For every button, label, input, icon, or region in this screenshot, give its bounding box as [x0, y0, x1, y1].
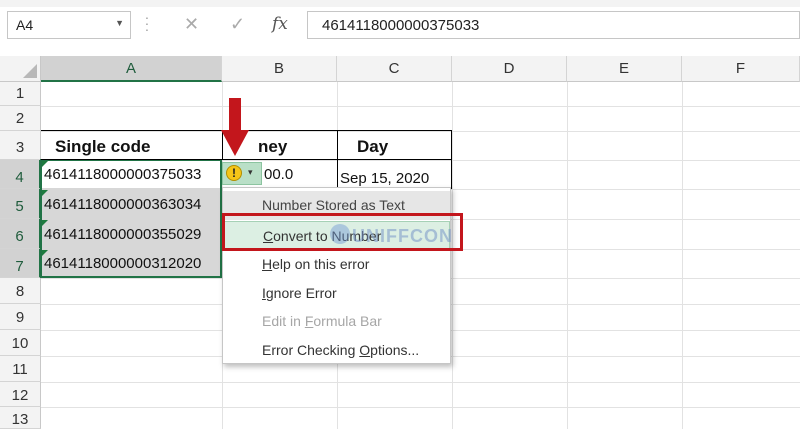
enter-icon[interactable]: ✓ [230, 14, 245, 35]
column-header-f[interactable]: F [682, 56, 800, 82]
highlight-box [222, 213, 463, 251]
cancel-icon[interactable]: ✕ [184, 14, 199, 35]
chevron-down-icon: ▾ [248, 167, 253, 177]
column-header-d[interactable]: D [452, 56, 567, 82]
cell-a7[interactable]: 4614118000000312020 [44, 255, 201, 272]
row-header-4[interactable]: 4 [0, 160, 41, 189]
row-header-9[interactable]: 9 [0, 304, 41, 330]
row-header-1[interactable]: 1 [0, 82, 41, 106]
menu-item-edit-in-formula-bar: Edit in Formula Bar [262, 313, 382, 329]
name-box-value: A4 [16, 17, 34, 33]
row-header-2[interactable]: 2 [0, 106, 41, 131]
menu-item-help-on-error[interactable]: Help on this error [223, 250, 450, 279]
formula-input[interactable]: 4614118000000375033 [307, 11, 800, 39]
cell-a4[interactable]: 4614118000000375033 [44, 166, 201, 183]
error-indicator-icon [42, 250, 48, 256]
row-header-12[interactable]: 12 [0, 382, 41, 407]
row-header-8[interactable]: 8 [0, 278, 41, 304]
row-header-5[interactable]: 5 [0, 189, 41, 219]
name-box[interactable]: A4 ▼ [7, 11, 131, 39]
cell-c3[interactable]: Day [357, 137, 388, 157]
arrow-down-icon [221, 98, 249, 156]
error-indicator-icon [42, 190, 48, 196]
chevron-down-icon[interactable]: ▼ [115, 18, 124, 28]
column-header-a[interactable]: A [41, 56, 222, 82]
row-header-11[interactable]: 11 [0, 356, 41, 382]
formula-value: 4614118000000375033 [322, 17, 480, 34]
error-checking-button[interactable]: ! ▾ [222, 162, 262, 185]
cell-a6[interactable]: 4614118000000355029 [44, 226, 201, 243]
cell-a5[interactable]: 4614118000000363034 [44, 196, 201, 213]
menu-item-error-checking-options[interactable]: Error Checking Options... [223, 336, 450, 365]
cell-b3[interactable]: ney [258, 137, 287, 157]
column-header-b[interactable]: B [222, 56, 337, 82]
select-all-button[interactable] [0, 56, 41, 82]
menu-item-ignore-error[interactable]: Ignore Error [223, 279, 450, 308]
formula-buttons: ✕ ✓ fx [166, 11, 300, 39]
insert-function-icon[interactable]: fx [272, 14, 288, 34]
cell-a3[interactable]: Single code [55, 137, 150, 157]
cell-b4[interactable]: 00.0 [264, 166, 293, 183]
error-indicator-icon [42, 161, 48, 167]
column-header-c[interactable]: C [337, 56, 452, 82]
error-indicator-icon [42, 220, 48, 226]
row-header-7[interactable]: 7 [0, 249, 41, 278]
cell-c4[interactable]: Sep 15, 2020 [340, 170, 429, 187]
row-header-3[interactable]: 3 [0, 131, 41, 160]
warning-icon: ! [226, 165, 242, 181]
column-header-e[interactable]: E [567, 56, 682, 82]
row-header-6[interactable]: 6 [0, 219, 41, 249]
drag-handle-icon[interactable]: · · · [144, 10, 150, 36]
row-header-13[interactable]: 13 [0, 407, 41, 429]
row-header-10[interactable]: 10 [0, 330, 41, 356]
